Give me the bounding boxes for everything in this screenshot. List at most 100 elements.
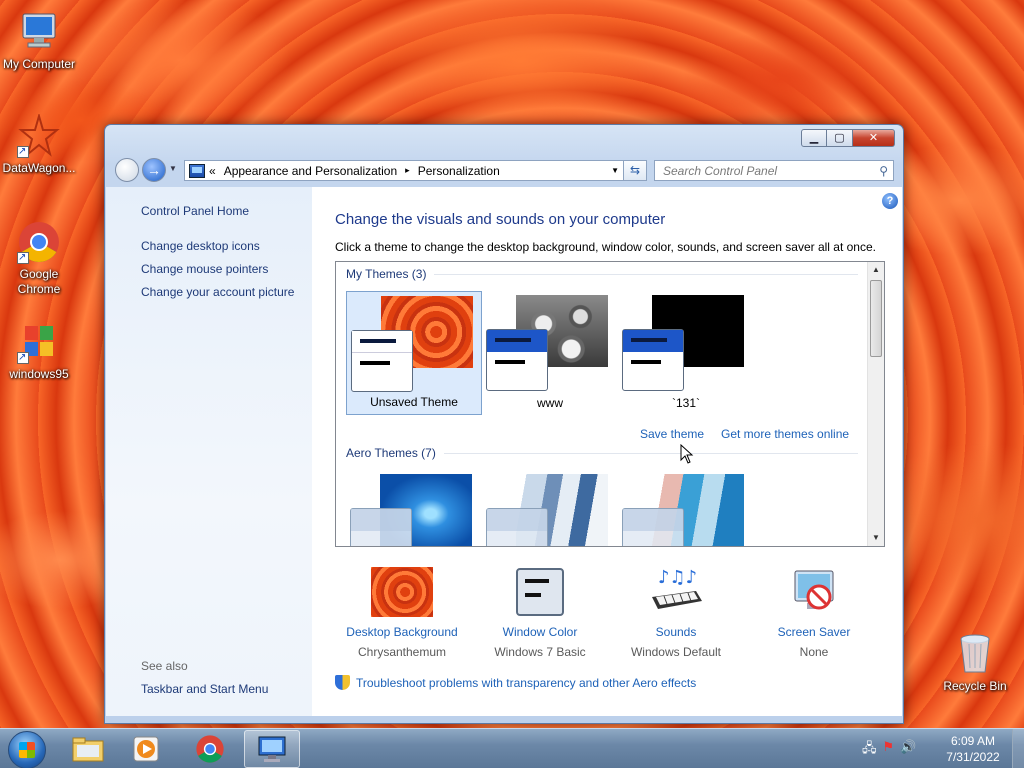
page-description: Click a theme to change the desktop back… — [335, 240, 876, 254]
option-value: Windows Default — [630, 645, 722, 659]
breadcrumb-personalization[interactable]: Personalization — [418, 164, 500, 178]
network-icon[interactable]: 🖧 — [862, 739, 877, 761]
desktop-icon-windows95[interactable]: windows95 — [0, 320, 78, 382]
breadcrumb-appearance[interactable]: Appearance and Personalization — [224, 164, 397, 178]
taskbar-explorer-button[interactable] — [60, 730, 116, 768]
forward-button[interactable]: → — [142, 158, 166, 182]
option-value: Chrysanthemum — [357, 645, 447, 659]
mouse-cursor-icon — [680, 443, 694, 467]
sounds-option[interactable]: ♪♫♪ Sounds Windows Default — [606, 567, 746, 659]
group-title: Aero Themes (7) — [346, 446, 436, 460]
screen-saver-option[interactable]: Screen Saver None — [744, 567, 884, 659]
window-color-option[interactable]: Window Color Windows 7 Basic — [470, 567, 610, 659]
volume-icon[interactable]: 🔊 — [900, 739, 916, 761]
theme-aero-windows7[interactable] — [346, 470, 482, 546]
change-desktop-icons-link[interactable]: Change desktop icons — [141, 239, 312, 253]
back-button[interactable] — [115, 158, 139, 182]
desktop-icon-google-chrome[interactable]: Google Chrome — [0, 220, 78, 297]
close-button[interactable]: ✕ — [853, 129, 895, 147]
address-overflow-chevron[interactable]: « — [209, 164, 216, 178]
group-divider — [443, 452, 858, 454]
control-panel-icon — [189, 163, 205, 178]
scroll-thumb[interactable] — [870, 280, 882, 357]
theme-131[interactable]: `131` — [618, 291, 754, 415]
taskbar: 🖧 ⚑ 🔊 6:09 AM 7/31/2022 — [0, 728, 1024, 768]
control-panel-home-link[interactable]: Control Panel Home — [141, 204, 312, 218]
show-desktop-button[interactable] — [1012, 729, 1024, 768]
help-icon[interactable]: ? — [882, 193, 898, 209]
troubleshoot-link[interactable]: Troubleshoot problems with transparency … — [335, 675, 696, 690]
address-dropdown-icon[interactable]: ▼ — [611, 166, 619, 175]
search-box[interactable]: ⚲ — [654, 160, 894, 181]
start-button[interactable] — [8, 731, 46, 768]
taskbar-control-panel-button[interactable] — [244, 730, 300, 768]
taskbar-clock[interactable]: 6:09 AM 7/31/2022 — [936, 733, 1010, 765]
option-name[interactable]: Screen Saver — [744, 625, 884, 639]
window-preview — [622, 329, 684, 391]
window-color-icon — [509, 567, 571, 617]
troubleshoot-label[interactable]: Troubleshoot problems with transparency … — [356, 676, 696, 690]
my-themes-header: My Themes (3) — [346, 267, 858, 281]
window-preview — [622, 508, 684, 546]
taskbar-chrome-button[interactable] — [182, 730, 238, 768]
change-mouse-pointers-link[interactable]: Change mouse pointers — [141, 262, 312, 276]
window-preview — [351, 330, 413, 392]
personalization-window: ▁ ▢ ✕ → ▼ « Appearance and Personalizati… — [104, 124, 904, 724]
get-more-themes-link[interactable]: Get more themes online — [721, 427, 849, 441]
change-account-picture-link[interactable]: Change your account picture — [141, 285, 312, 299]
search-icon[interactable]: ⚲ — [879, 164, 888, 178]
maximize-button[interactable]: ▢ — [827, 129, 853, 147]
window-preview — [486, 329, 548, 391]
theme-aero-architecture[interactable] — [482, 470, 618, 546]
group-title: My Themes (3) — [346, 267, 427, 281]
datawagon-icon — [17, 112, 61, 159]
left-pane: Control Panel Home Change desktop icons … — [106, 187, 312, 716]
action-center-flag-icon[interactable]: ⚑ — [883, 739, 895, 761]
search-input[interactable] — [663, 163, 863, 178]
taskbar-media-player-button[interactable] — [118, 730, 174, 768]
shortcut-arrow-icon — [17, 350, 29, 365]
main-pane: ? Change the visuals and sounds on your … — [312, 187, 902, 716]
option-name[interactable]: Window Color — [470, 625, 610, 639]
option-name[interactable]: Desktop Background — [332, 625, 472, 639]
save-theme-link[interactable]: Save theme — [640, 427, 704, 441]
chrome-icon — [17, 220, 61, 265]
page-title: Change the visuals and sounds on your co… — [335, 211, 666, 228]
scroll-down-arrow-icon[interactable]: ▼ — [868, 530, 884, 546]
theme-aero-characters[interactable] — [618, 470, 754, 546]
breadcrumb-separator-icon[interactable]: ▸ — [405, 165, 410, 176]
option-name[interactable]: Sounds — [606, 625, 746, 639]
clock-date: 7/31/2022 — [946, 750, 1000, 764]
desktop-icon-datawagon[interactable]: DataWagon... — [0, 112, 78, 176]
svg-text:♪♫♪: ♪♫♪ — [658, 567, 697, 588]
desktop-icon-label: Google Chrome — [17, 267, 61, 296]
window-preview — [350, 508, 412, 546]
shortcut-arrow-icon — [17, 144, 29, 159]
shield-icon — [335, 675, 350, 690]
theme-www[interactable]: www — [482, 291, 618, 415]
window-controls: ▁ ▢ ✕ — [801, 129, 895, 147]
sounds-icon: ♪♫♪ — [645, 567, 707, 617]
desktop-icon-label: DataWagon... — [2, 161, 76, 175]
address-bar[interactable]: « Appearance and Personalization ▸ Perso… — [184, 160, 624, 181]
folder-icon — [72, 737, 104, 762]
minimize-button[interactable]: ▁ — [801, 129, 827, 147]
taskbar-start-menu-link[interactable]: Taskbar and Start Menu — [141, 682, 268, 696]
media-player-icon — [133, 736, 159, 762]
group-divider — [434, 273, 858, 275]
see-also-label: See also — [141, 659, 188, 673]
desktop-icon-label: Recycle Bin — [943, 679, 1007, 693]
chrome-icon — [196, 735, 224, 763]
window-preview — [486, 508, 548, 546]
refresh-button[interactable]: ⇆ — [623, 160, 647, 181]
desktop-icon-label: My Computer — [2, 57, 76, 71]
theme-unsaved[interactable]: Unsaved Theme — [346, 291, 482, 415]
recent-pages-dropdown[interactable]: ▼ — [169, 164, 177, 173]
desktop-background-option[interactable]: Desktop Background Chrysanthemum — [332, 567, 472, 659]
desktop-icon-my-computer[interactable]: My Computer — [0, 10, 78, 72]
theme-list-scrollbar[interactable]: ▲ ▼ — [867, 262, 884, 546]
theme-label: Unsaved Theme — [370, 395, 458, 409]
screen-saver-icon — [783, 567, 845, 617]
scroll-up-arrow-icon[interactable]: ▲ — [868, 262, 884, 278]
desktop-icon-recycle-bin[interactable]: Recycle Bin — [936, 632, 1014, 694]
